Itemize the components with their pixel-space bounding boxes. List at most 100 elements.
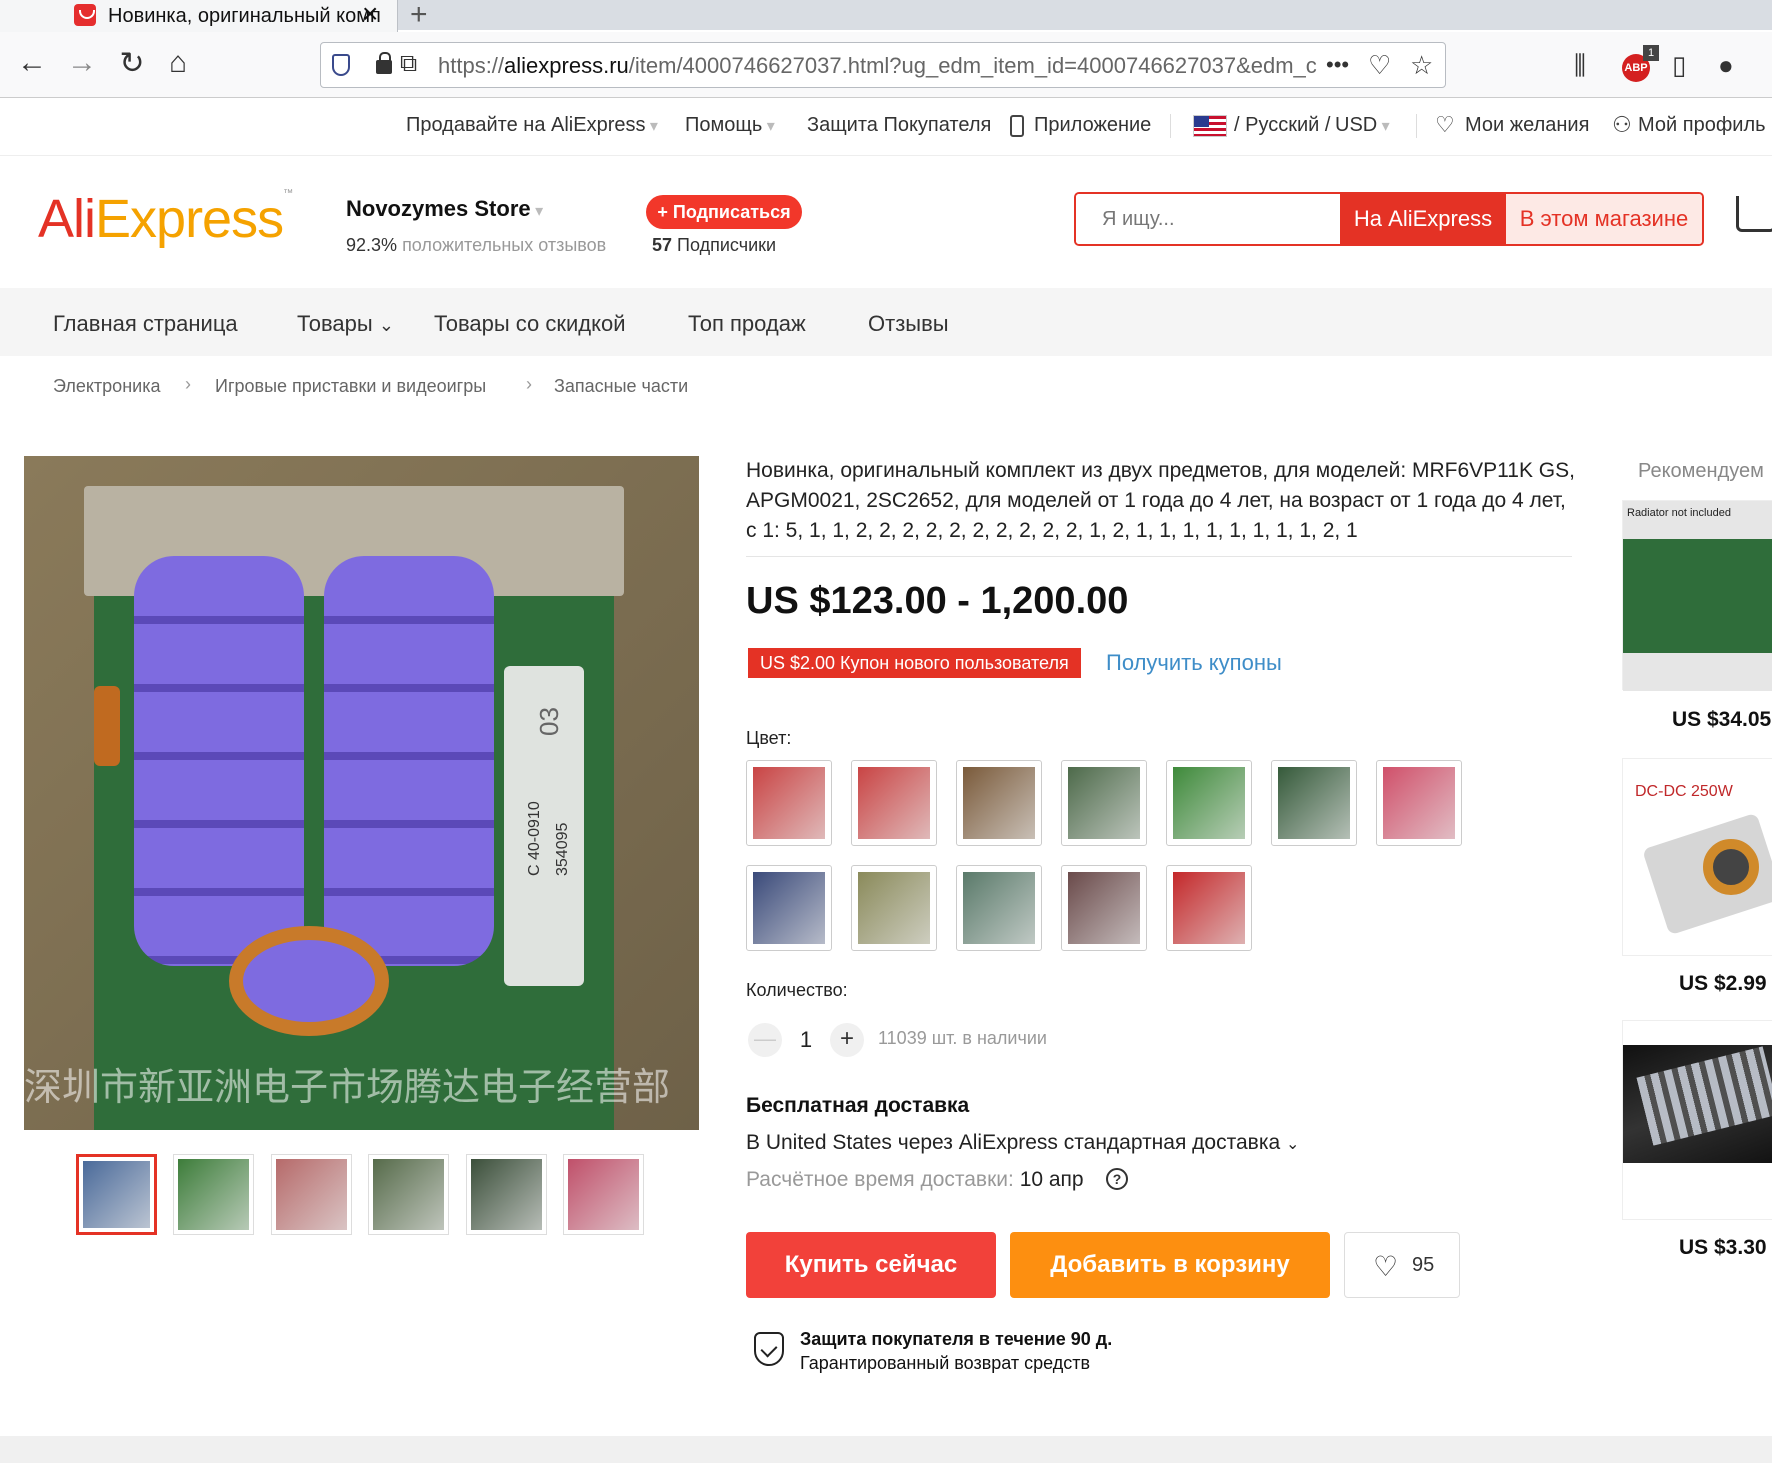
rec-tag: DC-DC 250W (1635, 783, 1733, 800)
color-swatch-9[interactable] (851, 865, 937, 951)
color-swatch-6[interactable] (1271, 760, 1357, 846)
store-nav-top-sellers[interactable]: Топ продаж (688, 311, 806, 337)
close-tab-icon[interactable]: × (362, 0, 378, 28)
search-store-button[interactable]: В этом магазине (1506, 194, 1702, 244)
gallery-thumb-1[interactable] (76, 1154, 157, 1235)
ferrite-coil-right (324, 556, 494, 966)
page-actions-icon[interactable]: ••• (1326, 52, 1349, 78)
quantity-increase-button[interactable]: + (830, 1023, 864, 1057)
buy-now-button[interactable]: Купить сейчас (746, 1232, 996, 1298)
url-domain: aliexpress.ru (504, 53, 629, 78)
wishlist-count: 95 (1412, 1254, 1435, 1276)
stock-count: 11039 шт. в наличии (878, 1028, 1047, 1048)
profile-link[interactable]: Мой профиль (1638, 114, 1766, 137)
add-to-cart-button[interactable]: Добавить в корзину (1010, 1232, 1330, 1298)
breadcrumb-electronics[interactable]: Электроника (53, 376, 160, 397)
recommend-item-2-image[interactable]: DC-DC 250W (1622, 758, 1772, 956)
color-swatch-1[interactable] (746, 760, 832, 846)
gallery-thumb-2[interactable] (173, 1154, 254, 1235)
color-swatch-12[interactable] (1166, 865, 1252, 951)
quantity-label: Количество: (746, 980, 848, 1000)
heart-outline-icon: ♡ (1435, 112, 1455, 137)
subscriber-number: 57 (652, 235, 673, 255)
shipping-method-selector[interactable]: В United States через AliExpress стандар… (746, 1131, 1299, 1155)
bookmark-star-icon[interactable]: ☆ (1410, 50, 1433, 81)
app-link[interactable]: Приложение (1034, 114, 1151, 137)
color-swatch-11[interactable] (1061, 865, 1147, 951)
help-icon[interactable]: ? (1106, 1168, 1128, 1190)
permissions-icon[interactable]: ⧉ (400, 50, 417, 78)
main-product-image[interactable]: C 40-0910 354095 03 深圳市新亚洲电子市场腾达电子经营部 (24, 456, 699, 1130)
logo-ali: Ali (38, 189, 96, 249)
gallery-thumb-5[interactable] (466, 1154, 547, 1235)
store-nav-products-label: Товары (297, 311, 373, 336)
recommend-item-2-price[interactable]: US $2.99 (1679, 972, 1767, 996)
thumb-image (276, 1159, 347, 1230)
url-text[interactable]: https://aliexpress.ru/item/4000746627037… (438, 53, 1318, 79)
search-aliexpress-button[interactable]: На AliExpress (1340, 194, 1506, 244)
store-name[interactable]: Novozymes Store (346, 196, 543, 222)
rec-board-image (1623, 501, 1772, 691)
new-tab-icon[interactable]: + (410, 0, 428, 32)
wishlist-button[interactable] (1344, 1232, 1460, 1298)
color-swatch-10[interactable] (956, 865, 1042, 951)
language-selector[interactable]: / Русский / (1234, 114, 1330, 137)
color-swatch-8[interactable] (746, 865, 832, 951)
browser-tab[interactable]: Новинка, оригинальный комп (0, 0, 398, 32)
currency-selector[interactable]: USD (1335, 114, 1390, 137)
shipping-title: Бесплатная доставка (746, 1094, 970, 1117)
gallery-thumb-4[interactable] (368, 1154, 449, 1235)
store-nav-sale[interactable]: Товары со скидкой (434, 311, 626, 337)
subscriber-count: 57 Подписчики (652, 235, 776, 256)
recommend-item-1-price[interactable]: US $34.05 (1672, 708, 1771, 732)
watermark-text: 深圳市新亚洲电子市场腾达电子经营部 (24, 1067, 671, 1109)
color-swatch-7[interactable] (1376, 760, 1462, 846)
extensions-icon[interactable]: ● (1718, 50, 1734, 81)
gallery-thumb-6[interactable] (563, 1154, 644, 1235)
store-nav-home[interactable]: Главная страница (53, 311, 238, 337)
recommend-item-1-image[interactable]: Radiator not included (1622, 500, 1772, 691)
gallery-thumb-3[interactable] (271, 1154, 352, 1235)
cart-icon[interactable] (1736, 196, 1772, 232)
breadcrumb-consoles[interactable]: Игровые приставки и видеоигры (215, 376, 486, 397)
wishlist-link[interactable]: Мои желания (1465, 114, 1589, 137)
breadcrumb-parts[interactable]: Запасные части (554, 376, 688, 397)
color-swatch-3[interactable] (956, 760, 1042, 846)
color-swatch-4[interactable] (1061, 760, 1147, 846)
color-swatch-5[interactable] (1166, 760, 1252, 846)
copper-toroid (229, 926, 389, 1036)
quantity-decrease-button[interactable]: — (748, 1023, 782, 1057)
buyer-protection-link[interactable]: Защита Покупателя (807, 114, 991, 137)
get-coupons-link[interactable]: Получить купоны (1106, 650, 1282, 676)
aliexpress-logo[interactable]: AliExpress™ (38, 188, 293, 250)
color-swatch-2[interactable] (851, 760, 937, 846)
library-icon[interactable]: ⫼ (1574, 50, 1586, 82)
lock-icon[interactable] (376, 52, 392, 74)
back-arrow-icon[interactable]: ← (12, 46, 52, 80)
rating-value: 92.3% (346, 235, 398, 255)
new-user-coupon-badge[interactable]: US $2.00 Купон нового пользователя (748, 648, 1081, 678)
breadcrumb-chevron-icon: › (185, 374, 191, 394)
subscribe-button[interactable]: + Подписаться (646, 195, 802, 229)
help-link[interactable]: Помощь (685, 114, 775, 137)
home-icon[interactable]: ⌂ (158, 46, 198, 80)
pocket-icon[interactable]: ♡ (1368, 50, 1391, 81)
pcb-label-3: 03 (534, 707, 564, 736)
chevron-down-icon: ⌄ (378, 315, 394, 335)
aliexpress-favicon-icon (74, 4, 96, 26)
shield-check-icon (754, 1332, 784, 1366)
recommend-item-3-image[interactable] (1622, 1020, 1772, 1220)
search-input[interactable] (1076, 194, 1340, 244)
sell-link[interactable]: Продавайте на AliExpress (406, 114, 658, 137)
recommend-item-3-price[interactable]: US $3.30 (1679, 1236, 1767, 1260)
store-nav-products[interactable]: Товары ⌄ (297, 311, 394, 337)
tracking-shield-icon[interactable] (332, 54, 350, 76)
reader-sidebar-icon[interactable]: ▯ (1672, 50, 1686, 81)
thumb-image (471, 1159, 542, 1230)
reload-icon[interactable]: ↻ (112, 46, 152, 81)
forward-arrow-icon[interactable]: → (62, 46, 102, 80)
help-label: Помощь (685, 114, 763, 136)
quantity-value[interactable]: 1 (796, 1027, 816, 1053)
chevron-down-icon: ⌄ (1286, 1136, 1300, 1153)
store-nav-reviews[interactable]: Отзывы (868, 311, 949, 337)
